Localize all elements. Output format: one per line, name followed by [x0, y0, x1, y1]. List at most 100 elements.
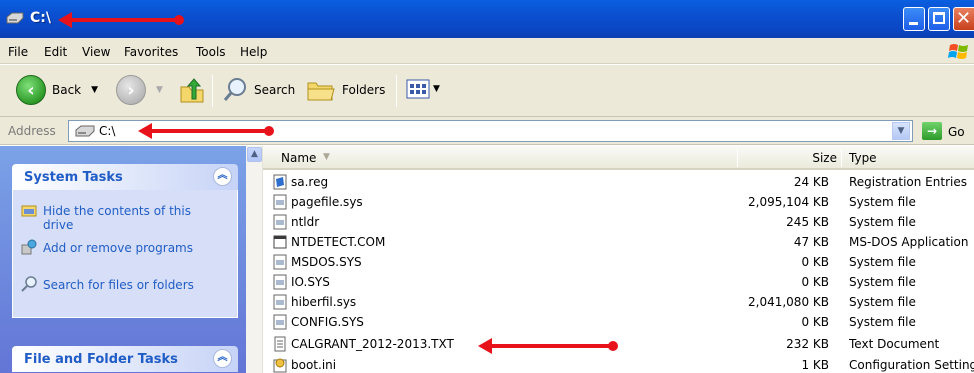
add-remove-programs-icon	[21, 239, 37, 255]
search-button[interactable]: Search	[222, 77, 295, 103]
forward-dropdown-icon[interactable]: ▼	[156, 85, 163, 95]
file-folder-tasks-title: File and Folder Tasks	[24, 352, 178, 367]
column-size[interactable]: Size	[812, 151, 837, 165]
menu-favorites[interactable]: Favorites	[124, 45, 178, 59]
menu-tools[interactable]: Tools	[196, 45, 226, 59]
annotation-arrow-title	[58, 12, 184, 28]
file-type: System file	[849, 315, 916, 329]
sys-icon	[273, 214, 287, 230]
file-type: Text Document	[849, 337, 940, 351]
task-pane: System Tasks ︽ Hide the contents of this…	[0, 146, 246, 373]
go-label[interactable]: Go	[948, 125, 965, 139]
back-label: Back	[52, 83, 82, 97]
file-row[interactable]: hiberfil.sys 2,041,080 KB System file	[263, 292, 974, 312]
up-folder-icon[interactable]	[178, 77, 206, 105]
folders-label: Folders	[342, 83, 386, 97]
file-type: Configuration Settings	[849, 358, 974, 372]
file-name: CONFIG.SYS	[291, 315, 364, 329]
file-type: Registration Entries	[849, 175, 967, 189]
file-row[interactable]: sa.reg 24 KB Registration Entries	[263, 172, 974, 192]
address-label: Address	[8, 124, 56, 138]
menu-file[interactable]: File	[8, 45, 28, 59]
file-row[interactable]: CALGRANT_2012-2013.TXT 232 KB Text Docum…	[263, 334, 974, 354]
reg-icon	[273, 174, 287, 190]
system-tasks-body: Hide the contents of this drive Add or r…	[12, 190, 238, 318]
drive-icon	[6, 12, 24, 24]
file-type: System file	[849, 255, 916, 269]
file-size: 0 KB	[801, 315, 829, 329]
drive-icon	[75, 125, 95, 137]
file-name: sa.reg	[291, 175, 329, 189]
file-row[interactable]: MSDOS.SYS 0 KB System file	[263, 252, 974, 272]
vertical-scrollbar[interactable]: ▲	[246, 146, 263, 373]
go-arrow-icon[interactable]: →	[922, 122, 942, 140]
column-name[interactable]: Name	[281, 151, 316, 165]
file-size: 0 KB	[801, 255, 829, 269]
collapse-icon[interactable]: ︽	[213, 167, 232, 186]
scroll-up-icon[interactable]: ▲	[247, 147, 262, 162]
file-row[interactable]: boot.ini 1 KB Configuration Settings	[263, 355, 974, 373]
com-icon	[273, 235, 287, 249]
file-size: 0 KB	[801, 275, 829, 289]
file-name: IO.SYS	[291, 275, 330, 289]
file-row[interactable]: pagefile.sys 2,095,104 KB System file	[263, 192, 974, 212]
collapse-icon[interactable]: ︽	[213, 349, 232, 368]
file-type: System file	[849, 215, 916, 229]
menu-help[interactable]: Help	[240, 45, 267, 59]
column-divider	[841, 149, 842, 167]
toolbar-separator	[212, 75, 213, 107]
search-icon	[223, 78, 246, 101]
file-size: 1 KB	[801, 358, 829, 372]
file-name: pagefile.sys	[291, 195, 363, 209]
back-arrow-icon: ‹	[16, 75, 46, 105]
search-icon	[21, 276, 37, 292]
file-size: 2,041,080 KB	[748, 295, 829, 309]
txt-icon	[274, 336, 286, 352]
folders-button[interactable]: Folders	[306, 77, 385, 103]
file-size: 2,095,104 KB	[748, 195, 829, 209]
file-row[interactable]: ntldr 245 KB System file	[263, 212, 974, 232]
file-type: System file	[849, 275, 916, 289]
back-dropdown-icon[interactable]: ▼	[91, 85, 98, 95]
file-row[interactable]: NTDETECT.COM 47 KB MS-DOS Application	[263, 232, 974, 252]
ini-icon	[273, 358, 287, 373]
file-type: System file	[849, 195, 916, 209]
annotation-arrow-address	[138, 123, 274, 139]
file-name: CALGRANT_2012-2013.TXT	[291, 337, 454, 351]
toolbar: ‹ Back ▼ › ▼ Search Folders ▼	[0, 65, 974, 117]
forward-button[interactable]: › ▼	[116, 75, 163, 105]
column-header: Name ▼ Size Type	[263, 146, 974, 170]
close-button[interactable]: ✕	[953, 7, 974, 31]
file-name: NTDETECT.COM	[291, 235, 386, 249]
task-hide-contents[interactable]: Hide the contents of this drive	[43, 204, 223, 232]
system-tasks-header[interactable]: System Tasks ︽	[12, 164, 238, 190]
minimize-button[interactable]	[903, 7, 925, 31]
file-size: 245 KB	[786, 215, 829, 229]
file-row[interactable]: CONFIG.SYS 0 KB System file	[263, 312, 974, 332]
back-button[interactable]: ‹ Back ▼	[16, 75, 98, 105]
views-button[interactable]: ▼	[406, 79, 440, 99]
file-size: 47 KB	[793, 235, 829, 249]
sys-icon	[273, 194, 287, 210]
window-title: C:\	[30, 10, 51, 26]
windows-logo-icon	[948, 44, 968, 59]
hide-drive-icon	[21, 205, 37, 217]
maximize-button[interactable]	[928, 7, 950, 31]
task-search-files[interactable]: Search for files or folders	[43, 278, 223, 292]
menu-edit[interactable]: Edit	[44, 45, 67, 59]
file-type: System file	[849, 295, 916, 309]
file-size: 24 KB	[793, 175, 829, 189]
task-add-remove[interactable]: Add or remove programs	[43, 241, 223, 255]
sort-arrow-icon: ▼	[323, 152, 330, 162]
file-name: hiberfil.sys	[291, 295, 357, 309]
annotation-arrow-file	[478, 338, 618, 354]
views-dropdown-icon[interactable]: ▼	[433, 84, 440, 94]
address-dropdown-icon[interactable]: ▼	[892, 122, 910, 140]
forward-arrow-icon: ›	[116, 75, 146, 105]
folders-icon	[307, 82, 335, 101]
menu-view[interactable]: View	[82, 45, 110, 59]
file-row[interactable]: IO.SYS 0 KB System file	[263, 272, 974, 292]
column-type[interactable]: Type	[849, 151, 877, 165]
file-size: 232 KB	[786, 337, 829, 351]
file-folder-tasks-header[interactable]: File and Folder Tasks ︽	[12, 346, 238, 372]
